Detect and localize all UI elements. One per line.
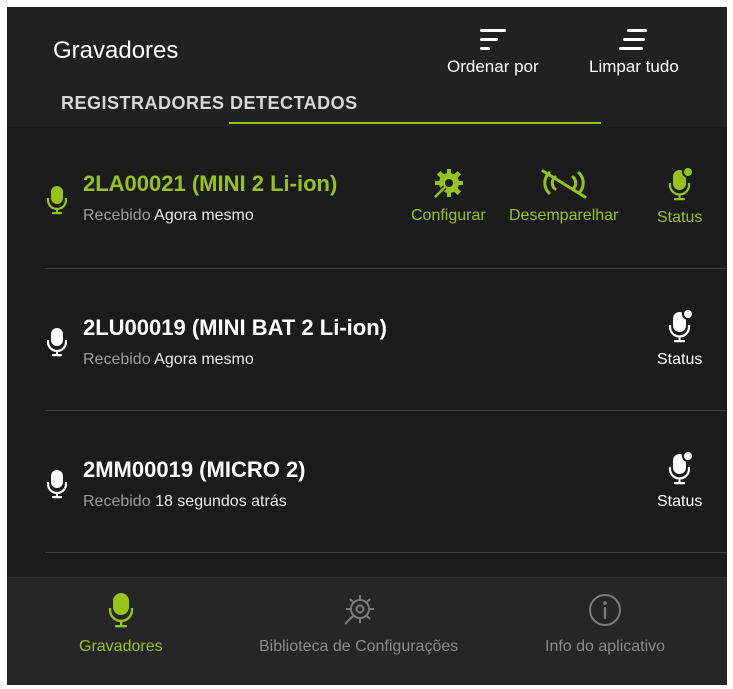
section-heading: REGISTRADORES DETECTADOS xyxy=(61,93,358,113)
received-info: Recebido 18 segundos atrás xyxy=(83,493,287,511)
nav-item-recorders[interactable]: Gravadores xyxy=(79,592,163,656)
configure-label: Configurar xyxy=(411,207,486,224)
received-info: Recebido Agora mesmo xyxy=(83,351,254,369)
microphone-icon xyxy=(108,593,133,628)
unpair-label: Desemparelhar xyxy=(509,207,619,224)
status-label: Status xyxy=(657,493,703,510)
status-label: Status xyxy=(657,209,703,226)
status-label: Status xyxy=(657,351,703,368)
list-item[interactable]: 2MM00019 (MICRO 2) Recebido 18 segundos … xyxy=(7,411,727,553)
page-title: Gravadores xyxy=(53,37,179,64)
header: Gravadores Ordenar por Limpar tudo REGIS… xyxy=(7,7,727,127)
configure-button[interactable]: Configurar xyxy=(411,167,486,225)
microphone-icon xyxy=(47,470,67,499)
unpair-signal-icon xyxy=(541,169,587,199)
recorder-name: 2LU00019 (MINI BAT 2 Li-ion) xyxy=(83,315,387,340)
clear-all-button[interactable]: Limpar tudo xyxy=(589,27,679,77)
list-item[interactable]: 2LU00019 (MINI BAT 2 Li-ion) Recebido Ag… xyxy=(7,269,727,411)
nav-label: Biblioteca de Configurações xyxy=(259,638,459,655)
microphone-status-icon xyxy=(668,167,694,201)
received-label: Recebido xyxy=(83,493,151,510)
sort-icon xyxy=(479,29,506,50)
gear-wrench-icon xyxy=(343,595,374,625)
received-info: Recebido Agora mesmo xyxy=(83,207,254,225)
nav-label: Info do aplicativo xyxy=(545,638,666,655)
clear-all-icon xyxy=(618,29,647,50)
info-icon xyxy=(589,594,622,626)
status-button[interactable]: Status xyxy=(657,167,702,227)
sort-label: Ordenar por xyxy=(447,57,539,76)
clear-all-label: Limpar tudo xyxy=(589,57,679,76)
unpair-button[interactable]: Desemparelhar xyxy=(509,167,618,225)
recorder-name: 2MM00019 (MICRO 2) xyxy=(83,457,306,482)
status-button[interactable]: Status xyxy=(657,451,702,511)
microphone-status-icon xyxy=(668,451,694,485)
app-window: Gravadores Ordenar por Limpar tudo REGIS… xyxy=(7,7,727,685)
received-value: 18 segundos atrás xyxy=(155,493,287,510)
nav-item-app-info[interactable]: Info do aplicativo xyxy=(545,592,665,656)
bottom-nav: Gravadores Biblioteca de Configurações I… xyxy=(7,577,727,685)
sort-button[interactable]: Ordenar por xyxy=(447,27,539,77)
nav-item-settings-library[interactable]: Biblioteca de Configurações xyxy=(259,592,458,656)
received-label: Recebido xyxy=(83,207,151,224)
received-value: Agora mesmo xyxy=(154,207,254,224)
gear-wrench-icon xyxy=(433,169,464,199)
divider xyxy=(45,552,727,553)
recorder-list: 2LA00021 (MINI 2 Li-ion) Recebido Agora … xyxy=(7,127,727,577)
microphone-status-icon xyxy=(668,309,694,343)
recorder-name: 2LA00021 (MINI 2 Li-ion) xyxy=(83,171,338,196)
microphone-icon xyxy=(47,186,67,215)
received-value: Agora mesmo xyxy=(154,351,254,368)
microphone-icon xyxy=(47,328,67,357)
nav-label: Gravadores xyxy=(79,638,163,655)
received-label: Recebido xyxy=(83,351,151,368)
status-button[interactable]: Status xyxy=(657,309,702,369)
list-item[interactable]: 2LA00021 (MINI 2 Li-ion) Recebido Agora … xyxy=(7,127,727,269)
tab-indicator xyxy=(229,122,601,124)
